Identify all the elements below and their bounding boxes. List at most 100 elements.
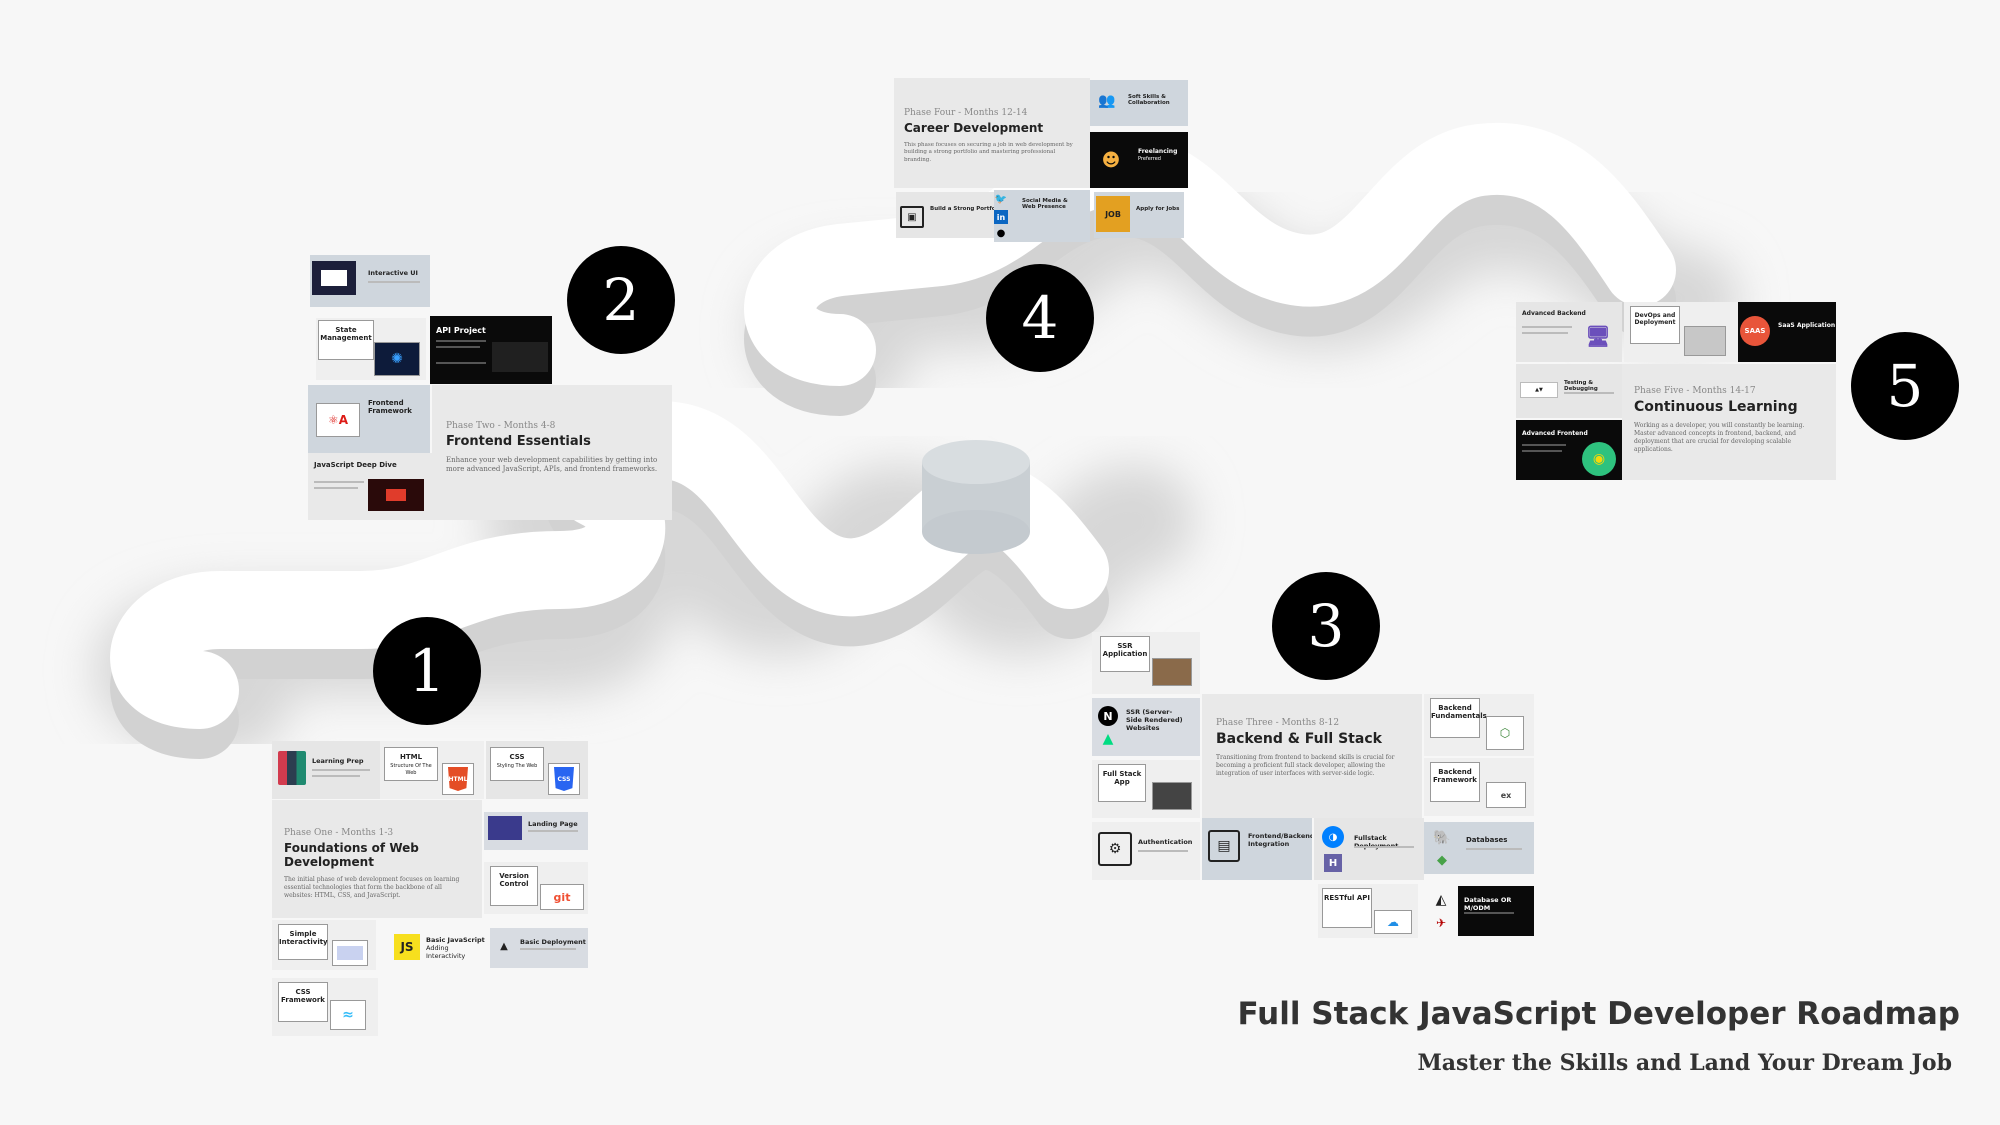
- road-cylinder-bottom: [922, 510, 1030, 554]
- advanced-frontend-label: Advanced Frontend: [1522, 430, 1588, 437]
- nuxt-icon: ▲: [1102, 731, 1114, 747]
- css-framework-card[interactable]: CSS Framework ≈: [272, 978, 378, 1036]
- frontend-backend-integration-card[interactable]: ▤ Frontend/Backend Integration: [1202, 818, 1312, 880]
- version-control-box: Version Control: [490, 866, 538, 906]
- ssr-application-card[interactable]: SSR Application: [1092, 632, 1200, 694]
- javascript-deep-dive-card[interactable]: JavaScript Deep Dive: [308, 453, 432, 520]
- card-text-line: [436, 340, 486, 342]
- frontend-badge-icon: ◉: [1582, 442, 1616, 476]
- phase-3-desc: Transitioning from frontend to backend s…: [1216, 754, 1395, 778]
- card-text-line: [368, 281, 420, 283]
- authentication-card[interactable]: ⚙ Authentication: [1092, 822, 1200, 880]
- phase-5-desc: Working as a developer, you will constan…: [1634, 422, 1805, 454]
- backend-framework-card[interactable]: Backend Framework ex: [1424, 758, 1534, 816]
- css-title-box: CSS Styling The Web: [490, 747, 544, 781]
- phase-1-period: Phase One - Months 1-3: [284, 828, 394, 838]
- landing-page-thumb: [488, 816, 522, 840]
- learning-prep-card[interactable]: Learning Prep: [272, 741, 380, 799]
- ssr-application-box: SSR Application: [1100, 636, 1150, 672]
- portfolio-icon: ▣: [900, 206, 924, 228]
- integration-icon: ▤: [1208, 830, 1240, 862]
- card-text-line: [1464, 912, 1514, 914]
- card-text-line: [1522, 332, 1568, 334]
- testing-debugging-card[interactable]: ▲▼ Testing & Debugging: [1516, 364, 1622, 418]
- phase-5-hero[interactable]: Phase Five - Months 14-17 Continuous Lea…: [1622, 364, 1836, 480]
- backend-fundamentals-card[interactable]: Backend Fundamentals ⬡: [1424, 694, 1534, 756]
- phase-2-badge: 2: [567, 246, 675, 354]
- apply-jobs-card[interactable]: JOB Apply for Jobs: [1094, 192, 1184, 238]
- html-card[interactable]: HTML Structure Of The Web HTML: [380, 741, 484, 799]
- api-project-card[interactable]: API Project: [430, 316, 552, 384]
- sequelize-icon: ✈: [1435, 916, 1447, 930]
- simple-interactivity-card[interactable]: Simple Interactivity: [272, 920, 376, 970]
- interactive-ui-card[interactable]: Interactive UI: [310, 255, 430, 307]
- testing-logo-icon: ▲▼: [1520, 382, 1558, 398]
- ssr-thumb: [1152, 658, 1192, 686]
- css-card[interactable]: CSS Styling The Web CSS: [486, 741, 588, 799]
- mongodb-icon: ◆: [1437, 852, 1447, 868]
- landing-page-card[interactable]: Landing Page: [484, 812, 588, 850]
- basic-deployment-card[interactable]: ▲ Basic Deployment: [490, 928, 588, 968]
- freelancing-sub: Preferred: [1138, 156, 1161, 162]
- devops-thumb: [1684, 326, 1726, 356]
- nextjs-icon: N: [1098, 706, 1118, 726]
- fullstack-thumb: [1152, 782, 1192, 810]
- version-control-card[interactable]: Version Control git: [484, 862, 588, 914]
- css3-icon: CSS: [548, 763, 580, 795]
- databases-card[interactable]: 🐘 ◆ Databases: [1424, 822, 1534, 874]
- job-search-icon: JOB: [1096, 196, 1130, 232]
- freelancing-label: Freelancing: [1138, 148, 1178, 155]
- card-text-line: [314, 487, 358, 489]
- card-text-line: [436, 346, 480, 348]
- auth-icon: ⚙: [1098, 832, 1132, 866]
- basic-javascript-card[interactable]: JS Basic JavaScript Adding Interactivity: [392, 928, 488, 968]
- database-orm-card[interactable]: Database OR M/ODM: [1458, 886, 1534, 936]
- frontend-backend-integration-label: Frontend/Backend Integration: [1248, 832, 1312, 848]
- express-icon: ex: [1486, 782, 1526, 808]
- interactive-ui-thumb: [312, 261, 356, 295]
- html5-icon: HTML: [442, 763, 474, 795]
- phase-3-period: Phase Three - Months 8-12: [1216, 718, 1340, 728]
- testing-debugging-label: Testing & Debugging: [1564, 380, 1598, 392]
- state-management-card[interactable]: State Management ✺: [316, 318, 426, 380]
- phase-2-period: Phase Two - Months 4-8: [446, 421, 556, 431]
- advanced-frontend-card[interactable]: Advanced Frontend ◉: [1516, 420, 1622, 480]
- full-stack-app-card[interactable]: Full Stack App: [1092, 760, 1200, 818]
- backend-fundamentals-box: Backend Fundamentals: [1430, 698, 1487, 738]
- databases-label: Databases: [1466, 836, 1508, 844]
- card-text-line: [528, 830, 578, 832]
- saas-application-card[interactable]: SAAS SaaS Application: [1738, 302, 1836, 362]
- css-framework-box: CSS Framework: [278, 982, 328, 1022]
- git-icon: git: [540, 884, 584, 910]
- phase-2-hero[interactable]: Phase Two - Months 4-8 Frontend Essentia…: [432, 385, 672, 520]
- fullstack-deployment-card[interactable]: ◑ H Fullstack Deployment: [1314, 818, 1424, 880]
- phase-4-title: Career Development: [904, 121, 1044, 135]
- card-text-line: [1138, 850, 1188, 852]
- html-sub: Structure Of The Web: [390, 762, 432, 777]
- javascript-icon: JS: [394, 934, 420, 960]
- phase-3-title: Backend & Full Stack: [1216, 731, 1382, 747]
- soft-skills-card[interactable]: 👥 Soft Skills & Collaboration: [1090, 80, 1188, 126]
- social-media-card[interactable]: 🐦 in ● Social Media & Web Presence: [994, 190, 1090, 242]
- frontend-framework-card[interactable]: ⚛A Frontend Framework: [308, 385, 430, 453]
- card-text-line: [1522, 450, 1562, 452]
- phase-3-hero[interactable]: Phase Three - Months 8-12 Backend & Full…: [1202, 694, 1422, 818]
- heroku-icon: H: [1324, 854, 1342, 872]
- apply-jobs-label: Apply for Jobs: [1136, 206, 1180, 212]
- devops-card[interactable]: DevOps and Deployment: [1624, 302, 1738, 362]
- css-label: CSS: [509, 753, 525, 761]
- authentication-label: Authentication: [1138, 838, 1193, 846]
- road-cylinder-top: [922, 440, 1030, 484]
- saas-application-label: SaaS Application: [1778, 322, 1836, 329]
- phase-1-hero[interactable]: Phase One - Months 1-3 Foundations of We…: [272, 800, 482, 918]
- page-subtitle: Master the Skills and Land Your Dream Jo…: [1417, 1050, 1952, 1076]
- advanced-backend-card[interactable]: Advanced Backend 🖥: [1516, 302, 1622, 362]
- phase-3-badge: 3: [1272, 572, 1380, 680]
- card-text-line: [520, 948, 576, 950]
- phase-4-hero[interactable]: Phase Four - Months 12-14 Career Develop…: [894, 78, 1090, 188]
- restful-api-card[interactable]: RESTful API ☁: [1318, 884, 1418, 938]
- orm-logos-card[interactable]: ◭ ✈: [1424, 884, 1458, 938]
- ssr-websites-card[interactable]: N ▲ SSR (Server-Side Rendered) Websites: [1092, 698, 1200, 756]
- page-title: Full Stack JavaScript Developer Roadmap: [1237, 996, 1961, 1032]
- freelancing-card[interactable]: ☻ Freelancing Preferred: [1090, 132, 1188, 188]
